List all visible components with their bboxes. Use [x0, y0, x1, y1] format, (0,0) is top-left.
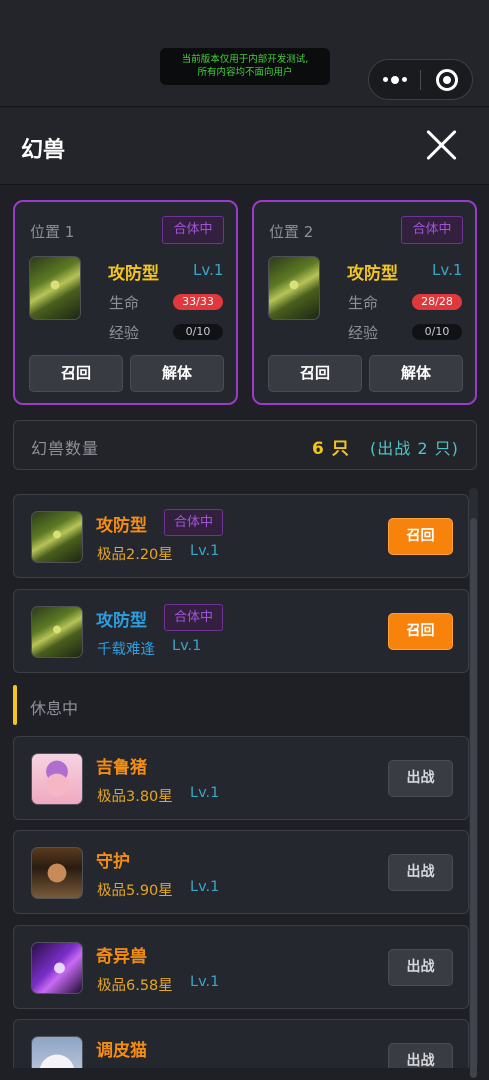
- merged-status-badge: 合体中: [162, 216, 224, 244]
- dev-notice-line1: 当前版本仅用于内部开发测试,: [181, 54, 309, 65]
- section-accent-bar: [13, 685, 17, 725]
- merged-status-badge: 合体中: [164, 509, 223, 536]
- deploy-button[interactable]: 出战: [388, 760, 453, 797]
- page-title: 幻兽: [21, 138, 66, 163]
- list-item: 守护 极品5.90星 Lv.1 出战: [13, 830, 469, 914]
- mantis-icon: [31, 511, 83, 563]
- pet-name: 攻防型: [347, 264, 398, 284]
- pet-count-in-battle: (出战 2 只): [370, 439, 459, 458]
- exp-label: 经验: [109, 324, 140, 342]
- pig-icon: [31, 753, 83, 805]
- merge-slot-1: 位置 1 合体中 攻防型 Lv.1 生命 33/33 经验 0/10 召回 解体: [13, 200, 238, 405]
- pet-name: 攻防型: [108, 264, 159, 284]
- list-scrollbar[interactable]: [469, 488, 478, 1078]
- pet-name: 攻防型: [96, 611, 147, 631]
- pet-level: Lv.1: [190, 879, 220, 895]
- pet-name: 调皮猫: [96, 1041, 147, 1061]
- pet-name: 吉鲁猪: [96, 758, 147, 778]
- resting-section-header: 休息中: [13, 685, 469, 725]
- scrollbar-thumb[interactable]: [470, 518, 477, 1078]
- list-bottom-edge: [0, 1068, 489, 1080]
- merged-status-badge: 合体中: [164, 604, 223, 631]
- hp-value: 33/33: [173, 294, 223, 310]
- beast-icon: [31, 942, 83, 994]
- pet-level: Lv.1: [190, 974, 220, 990]
- guardian-icon: [31, 847, 83, 899]
- recall-button[interactable]: 召回: [388, 613, 453, 650]
- page-header: 幻兽: [0, 108, 489, 185]
- recall-button[interactable]: 召回: [268, 355, 362, 392]
- resting-section-title: 休息中: [30, 699, 79, 718]
- pet-quality: 极品2.20星: [97, 547, 173, 563]
- pet-count-bar: 幻兽数量 6 只 (出战 2 只): [13, 420, 477, 470]
- pet-quality: 千载难逢: [97, 642, 155, 658]
- pet-level: Lv.1: [193, 261, 224, 279]
- pet-quality: 极品6.58星: [97, 978, 173, 994]
- exp-value: 0/10: [173, 324, 223, 340]
- merged-status-badge: 合体中: [401, 216, 463, 244]
- close-icon[interactable]: [424, 127, 460, 163]
- list-item: 吉鲁猪 极品3.80星 Lv.1 出战: [13, 736, 469, 820]
- miniprogram-capsule: [368, 59, 473, 100]
- exp-label: 经验: [348, 324, 379, 342]
- list-item: 攻防型 合体中 千载难逢 Lv.1 召回: [13, 589, 469, 673]
- deploy-button[interactable]: 出战: [388, 949, 453, 986]
- merge-slot-2: 位置 2 合体中 攻防型 Lv.1 生命 28/28 经验 0/10 召回 解体: [252, 200, 477, 405]
- mantis-icon: [29, 256, 81, 320]
- dev-notice-line2: 所有内容均不面向用户: [197, 67, 293, 78]
- pet-name: 守护: [96, 852, 130, 872]
- exit-target-icon[interactable]: [421, 60, 472, 99]
- slot-position-label: 位置 1: [30, 223, 75, 241]
- pet-level: Lv.1: [432, 261, 463, 279]
- top-bar: 当前版本仅用于内部开发测试, 所有内容均不面向用户: [0, 0, 489, 107]
- hp-label: 生命: [109, 294, 140, 312]
- hp-value: 28/28: [412, 294, 462, 310]
- pet-name: 攻防型: [96, 516, 147, 536]
- deploy-button[interactable]: 出战: [388, 854, 453, 891]
- dev-notice: 当前版本仅用于内部开发测试, 所有内容均不面向用户: [160, 48, 330, 85]
- mantis-icon: [31, 606, 83, 658]
- pet-count-label: 幻兽数量: [31, 439, 100, 458]
- unmerge-button[interactable]: 解体: [130, 355, 224, 392]
- list-item: 奇异兽 极品6.58星 Lv.1 出战: [13, 925, 469, 1009]
- pet-quality: 极品3.80星: [97, 789, 173, 805]
- pet-level: Lv.1: [190, 543, 220, 559]
- recall-button[interactable]: 召回: [29, 355, 123, 392]
- more-icon[interactable]: [369, 60, 420, 99]
- mantis-icon: [268, 256, 320, 320]
- list-item: 攻防型 合体中 极品2.20星 Lv.1 召回: [13, 494, 469, 578]
- pet-level: Lv.1: [172, 638, 202, 654]
- pet-level: Lv.1: [190, 785, 220, 801]
- hp-label: 生命: [348, 294, 379, 312]
- pet-quality: 极品5.90星: [97, 883, 173, 899]
- slot-position-label: 位置 2: [269, 223, 314, 241]
- exp-value: 0/10: [412, 324, 462, 340]
- unmerge-button[interactable]: 解体: [369, 355, 463, 392]
- recall-button[interactable]: 召回: [388, 518, 453, 555]
- pet-count-total: 6 只: [312, 439, 350, 459]
- pet-name: 奇异兽: [96, 947, 147, 967]
